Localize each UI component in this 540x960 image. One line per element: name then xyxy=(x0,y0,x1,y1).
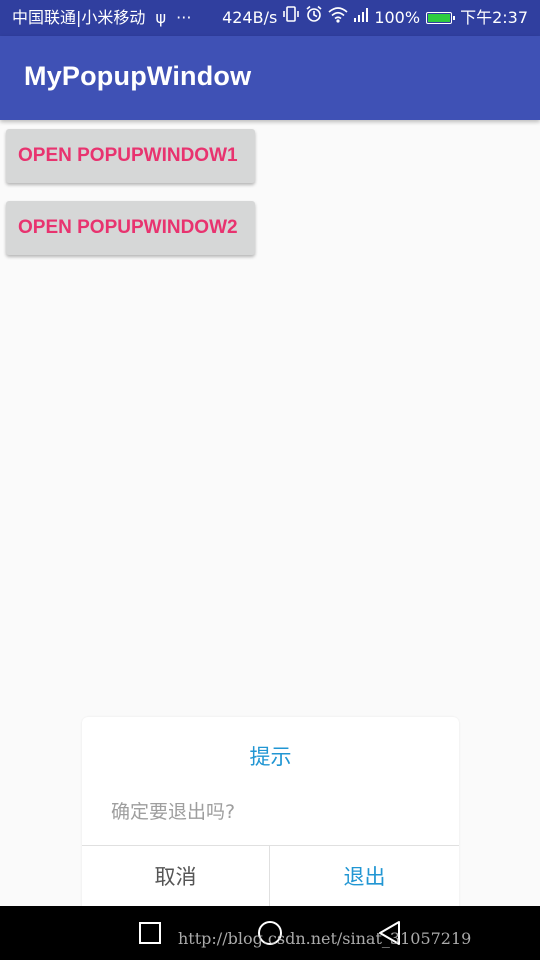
network-speed: 424B/s xyxy=(222,8,278,27)
status-left: 中国联通|小米移动 ψ ··· xyxy=(12,0,191,36)
network-type: 4G xyxy=(351,0,364,2)
status-bar: 中国联通|小米移动 ψ ··· 424B/s 100% 下午2:37 xyxy=(0,0,540,36)
watermark: http://blog.csdn.net/sinat_31057219 xyxy=(178,929,472,948)
wifi-icon xyxy=(328,0,348,36)
carrier-label: 中国联通|小米移动 xyxy=(12,8,146,27)
vibrate-icon xyxy=(282,0,300,36)
battery-percent: 100% xyxy=(374,8,421,27)
alarm-icon xyxy=(305,0,323,36)
signal-icon: 4G xyxy=(351,0,369,36)
popup-dialog: 提示 确定要退出吗? 取消 退出 xyxy=(82,717,459,917)
app-bar: MyPopupWindow xyxy=(0,36,540,120)
dialog-title: 提示 xyxy=(249,745,292,769)
recent-apps-icon[interactable] xyxy=(136,919,164,947)
battery-icon xyxy=(426,12,456,24)
cancel-button[interactable]: 取消 xyxy=(82,846,269,908)
more-notifications-icon: ··· xyxy=(176,8,192,27)
app-title: MyPopupWindow xyxy=(24,61,252,91)
status-right: 424B/s 4G xyxy=(222,0,528,36)
battery-fill xyxy=(428,14,451,22)
exit-button[interactable]: 退出 xyxy=(270,846,459,908)
usb-icon: ψ xyxy=(155,8,167,27)
dialog-message: 确定要退出吗? xyxy=(111,801,236,823)
clock: 下午2:37 xyxy=(460,8,528,27)
open-popupwindow2-button[interactable]: OPEN POPUPWINDOW2 xyxy=(6,201,255,255)
open-popupwindow1-button[interactable]: OPEN POPUPWINDOW1 xyxy=(6,129,255,183)
